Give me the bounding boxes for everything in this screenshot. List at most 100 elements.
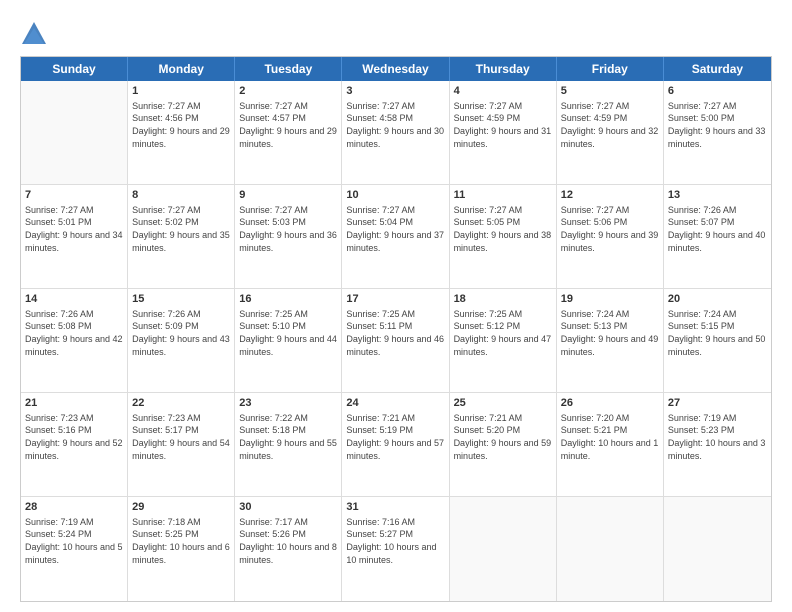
sunset: Sunset: 5:01 PM <box>25 216 123 229</box>
calendar-cell: 11Sunrise: 7:27 AMSunset: 5:05 PMDayligh… <box>450 185 557 288</box>
sunset: Sunset: 4:58 PM <box>346 112 444 125</box>
sunrise: Sunrise: 7:24 AM <box>668 308 767 321</box>
sunset: Sunset: 4:57 PM <box>239 112 337 125</box>
daylight: Daylight: 9 hours and 39 minutes. <box>561 229 659 254</box>
day-info: Sunrise: 7:27 AMSunset: 5:04 PMDaylight:… <box>346 204 444 254</box>
day-info: Sunrise: 7:27 AMSunset: 4:57 PMDaylight:… <box>239 100 337 150</box>
day-info: Sunrise: 7:27 AMSunset: 5:03 PMDaylight:… <box>239 204 337 254</box>
day-number: 8 <box>132 188 230 203</box>
day-number: 28 <box>25 500 123 515</box>
sunrise: Sunrise: 7:25 AM <box>346 308 444 321</box>
header-day-saturday: Saturday <box>664 57 771 81</box>
day-info: Sunrise: 7:27 AMSunset: 4:58 PMDaylight:… <box>346 100 444 150</box>
daylight: Daylight: 9 hours and 35 minutes. <box>132 229 230 254</box>
sunrise: Sunrise: 7:18 AM <box>132 516 230 529</box>
daylight: Daylight: 9 hours and 31 minutes. <box>454 125 552 150</box>
sunrise: Sunrise: 7:27 AM <box>561 100 659 113</box>
sunset: Sunset: 5:07 PM <box>668 216 767 229</box>
sunrise: Sunrise: 7:26 AM <box>132 308 230 321</box>
sunrise: Sunrise: 7:23 AM <box>132 412 230 425</box>
calendar-cell: 17Sunrise: 7:25 AMSunset: 5:11 PMDayligh… <box>342 289 449 392</box>
sunset: Sunset: 5:26 PM <box>239 528 337 541</box>
day-number: 5 <box>561 84 659 99</box>
sunset: Sunset: 5:19 PM <box>346 424 444 437</box>
daylight: Daylight: 9 hours and 46 minutes. <box>346 333 444 358</box>
day-number: 10 <box>346 188 444 203</box>
sunrise: Sunrise: 7:27 AM <box>346 204 444 217</box>
sunrise: Sunrise: 7:20 AM <box>561 412 659 425</box>
page: SundayMondayTuesdayWednesdayThursdayFrid… <box>0 0 792 612</box>
day-number: 29 <box>132 500 230 515</box>
day-number: 21 <box>25 396 123 411</box>
day-info: Sunrise: 7:26 AMSunset: 5:08 PMDaylight:… <box>25 308 123 358</box>
day-info: Sunrise: 7:21 AMSunset: 5:20 PMDaylight:… <box>454 412 552 462</box>
sunset: Sunset: 5:02 PM <box>132 216 230 229</box>
calendar-cell: 3Sunrise: 7:27 AMSunset: 4:58 PMDaylight… <box>342 81 449 184</box>
calendar-cell: 27Sunrise: 7:19 AMSunset: 5:23 PMDayligh… <box>664 393 771 496</box>
daylight: Daylight: 9 hours and 43 minutes. <box>132 333 230 358</box>
calendar-week-4: 21Sunrise: 7:23 AMSunset: 5:16 PMDayligh… <box>21 393 771 497</box>
calendar: SundayMondayTuesdayWednesdayThursdayFrid… <box>20 56 772 602</box>
daylight: Daylight: 10 hours and 1 minute. <box>561 437 659 462</box>
sunset: Sunset: 5:18 PM <box>239 424 337 437</box>
sunrise: Sunrise: 7:26 AM <box>25 308 123 321</box>
day-info: Sunrise: 7:19 AMSunset: 5:23 PMDaylight:… <box>668 412 767 462</box>
calendar-cell: 12Sunrise: 7:27 AMSunset: 5:06 PMDayligh… <box>557 185 664 288</box>
calendar-cell: 14Sunrise: 7:26 AMSunset: 5:08 PMDayligh… <box>21 289 128 392</box>
calendar-cell: 29Sunrise: 7:18 AMSunset: 5:25 PMDayligh… <box>128 497 235 601</box>
daylight: Daylight: 9 hours and 52 minutes. <box>25 437 123 462</box>
sunset: Sunset: 5:09 PM <box>132 320 230 333</box>
daylight: Daylight: 10 hours and 8 minutes. <box>239 541 337 566</box>
calendar-cell: 4Sunrise: 7:27 AMSunset: 4:59 PMDaylight… <box>450 81 557 184</box>
daylight: Daylight: 9 hours and 37 minutes. <box>346 229 444 254</box>
day-info: Sunrise: 7:21 AMSunset: 5:19 PMDaylight:… <box>346 412 444 462</box>
sunrise: Sunrise: 7:27 AM <box>239 100 337 113</box>
daylight: Daylight: 9 hours and 44 minutes. <box>239 333 337 358</box>
calendar-cell: 9Sunrise: 7:27 AMSunset: 5:03 PMDaylight… <box>235 185 342 288</box>
daylight: Daylight: 10 hours and 10 minutes. <box>346 541 444 566</box>
sunset: Sunset: 5:27 PM <box>346 528 444 541</box>
day-info: Sunrise: 7:27 AMSunset: 4:56 PMDaylight:… <box>132 100 230 150</box>
daylight: Daylight: 9 hours and 30 minutes. <box>346 125 444 150</box>
calendar-cell: 18Sunrise: 7:25 AMSunset: 5:12 PMDayligh… <box>450 289 557 392</box>
day-number: 11 <box>454 188 552 203</box>
sunset: Sunset: 5:24 PM <box>25 528 123 541</box>
daylight: Daylight: 9 hours and 33 minutes. <box>668 125 767 150</box>
calendar-cell: 21Sunrise: 7:23 AMSunset: 5:16 PMDayligh… <box>21 393 128 496</box>
day-number: 27 <box>668 396 767 411</box>
day-number: 18 <box>454 292 552 307</box>
day-info: Sunrise: 7:20 AMSunset: 5:21 PMDaylight:… <box>561 412 659 462</box>
daylight: Daylight: 10 hours and 6 minutes. <box>132 541 230 566</box>
daylight: Daylight: 9 hours and 50 minutes. <box>668 333 767 358</box>
sunrise: Sunrise: 7:27 AM <box>561 204 659 217</box>
day-number: 16 <box>239 292 337 307</box>
sunrise: Sunrise: 7:27 AM <box>25 204 123 217</box>
day-number: 1 <box>132 84 230 99</box>
day-number: 24 <box>346 396 444 411</box>
daylight: Daylight: 9 hours and 47 minutes. <box>454 333 552 358</box>
calendar-cell: 8Sunrise: 7:27 AMSunset: 5:02 PMDaylight… <box>128 185 235 288</box>
sunset: Sunset: 5:23 PM <box>668 424 767 437</box>
day-info: Sunrise: 7:27 AMSunset: 4:59 PMDaylight:… <box>561 100 659 150</box>
sunset: Sunset: 5:10 PM <box>239 320 337 333</box>
sunset: Sunset: 5:12 PM <box>454 320 552 333</box>
day-info: Sunrise: 7:26 AMSunset: 5:07 PMDaylight:… <box>668 204 767 254</box>
day-number: 31 <box>346 500 444 515</box>
sunset: Sunset: 5:05 PM <box>454 216 552 229</box>
daylight: Daylight: 9 hours and 57 minutes. <box>346 437 444 462</box>
day-number: 25 <box>454 396 552 411</box>
sunrise: Sunrise: 7:19 AM <box>25 516 123 529</box>
sunset: Sunset: 5:15 PM <box>668 320 767 333</box>
header-day-friday: Friday <box>557 57 664 81</box>
day-number: 14 <box>25 292 123 307</box>
calendar-week-1: 1Sunrise: 7:27 AMSunset: 4:56 PMDaylight… <box>21 81 771 185</box>
header-day-wednesday: Wednesday <box>342 57 449 81</box>
sunrise: Sunrise: 7:21 AM <box>346 412 444 425</box>
day-info: Sunrise: 7:17 AMSunset: 5:26 PMDaylight:… <box>239 516 337 566</box>
daylight: Daylight: 9 hours and 29 minutes. <box>239 125 337 150</box>
sunrise: Sunrise: 7:24 AM <box>561 308 659 321</box>
day-info: Sunrise: 7:25 AMSunset: 5:10 PMDaylight:… <box>239 308 337 358</box>
sunrise: Sunrise: 7:27 AM <box>239 204 337 217</box>
calendar-cell: 22Sunrise: 7:23 AMSunset: 5:17 PMDayligh… <box>128 393 235 496</box>
sunset: Sunset: 4:59 PM <box>561 112 659 125</box>
